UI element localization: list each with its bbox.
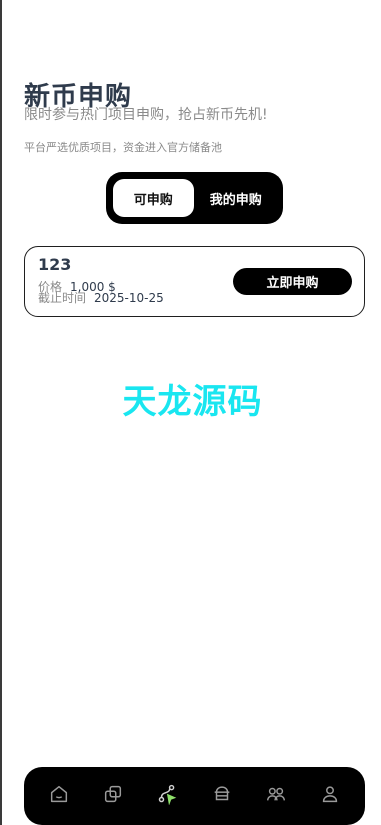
tab-my-subscriptions[interactable]: 我的申购 xyxy=(196,179,277,217)
nav-home[interactable] xyxy=(41,778,77,814)
deadline-value: 2025-10-25 xyxy=(94,291,164,305)
vault-icon xyxy=(211,783,233,809)
profile-icon xyxy=(319,783,341,809)
nav-community[interactable] xyxy=(258,778,294,814)
nav-route[interactable] xyxy=(149,778,185,814)
community-icon xyxy=(265,783,287,809)
copy-icon xyxy=(102,783,124,809)
tab-switcher: 可申购 我的申购 xyxy=(106,172,283,224)
nav-copy[interactable] xyxy=(95,778,131,814)
deadline-label: 截止时间 xyxy=(38,291,87,305)
route-icon xyxy=(156,783,178,809)
page-subtitle: 限时参与热门项目申购，抢占新币先机! xyxy=(24,107,268,123)
page-note: 平台严选优质项目，资金进入官方储备池 xyxy=(24,141,222,154)
subscribe-now-button[interactable]: 立即申购 xyxy=(233,268,352,295)
home-icon xyxy=(48,783,70,809)
bottom-nav xyxy=(24,767,365,825)
deadline-row: 截止时间 2025-10-25 xyxy=(38,292,164,305)
project-name: 123 xyxy=(38,255,72,274)
subscription-card: 123 价格 1,000 $ 截止时间 2025-10-25 立即申购 xyxy=(24,246,365,317)
tab-available[interactable]: 可申购 xyxy=(113,179,194,217)
nav-profile[interactable] xyxy=(312,778,348,814)
nav-vault[interactable] xyxy=(204,778,240,814)
watermark: 天龙源码 xyxy=(122,382,263,422)
